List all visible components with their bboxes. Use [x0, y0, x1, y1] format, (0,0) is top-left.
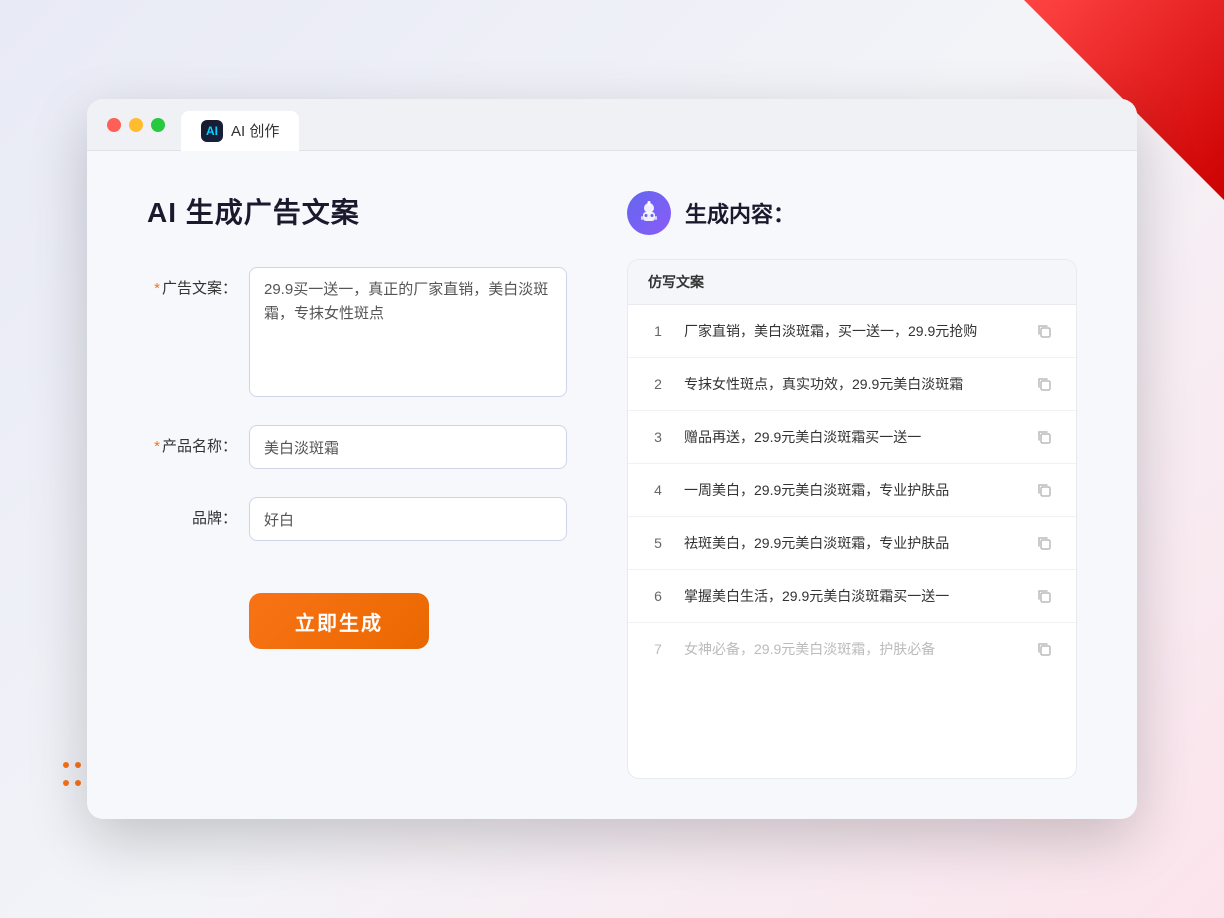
results-table: 仿写文案 1 厂家直销，美白淡斑霜，买一送一，29.9元抢购 2 专抹女性斑点，… — [627, 259, 1077, 779]
title-bar: AI AI 创作 — [87, 99, 1137, 151]
right-header: 生成内容： — [627, 191, 1077, 235]
row-text: 女神必备，29.9元美白淡斑霜，护肤必备 — [684, 639, 1016, 660]
product-name-label: *产品名称： — [147, 425, 237, 456]
row-number: 7 — [648, 641, 668, 657]
copy-icon[interactable] — [1032, 425, 1056, 449]
copy-icon[interactable] — [1032, 531, 1056, 555]
tab-ai-creation[interactable]: AI AI 创作 — [181, 111, 299, 151]
product-name-group: *产品名称： — [147, 425, 567, 469]
table-row: 6 掌握美白生活，29.9元美白淡斑霜买一送一 — [628, 570, 1076, 623]
ai-icon-text: AI — [206, 124, 218, 138]
browser-window: AI AI 创作 AI 生成广告文案 *广告文案： *产品名称： — [87, 99, 1137, 819]
robot-icon — [627, 191, 671, 235]
row-text: 专抹女性斑点，真实功效，29.9元美白淡斑霜 — [684, 374, 1016, 395]
product-name-input[interactable] — [249, 425, 567, 469]
row-text: 祛斑美白，29.9元美白淡斑霜，专业护肤品 — [684, 533, 1016, 554]
copy-icon[interactable] — [1032, 372, 1056, 396]
close-button[interactable] — [107, 118, 121, 132]
copy-icon[interactable] — [1032, 319, 1056, 343]
row-number: 2 — [648, 376, 668, 392]
tab-icon: AI — [201, 120, 223, 142]
ad-copy-input[interactable] — [249, 267, 567, 397]
ad-copy-group: *广告文案： — [147, 267, 567, 397]
traffic-lights — [107, 118, 165, 132]
row-number: 1 — [648, 323, 668, 339]
row-number: 3 — [648, 429, 668, 445]
copy-icon[interactable] — [1032, 584, 1056, 608]
brand-label: 品牌： — [147, 497, 237, 528]
table-row: 7 女神必备，29.9元美白淡斑霜，护肤必备 — [628, 623, 1076, 675]
right-title: 生成内容： — [685, 197, 795, 229]
row-number: 5 — [648, 535, 668, 551]
table-row: 4 一周美白，29.9元美白淡斑霜，专业护肤品 — [628, 464, 1076, 517]
row-number: 4 — [648, 482, 668, 498]
brand-input[interactable] — [249, 497, 567, 541]
right-panel: 生成内容： 仿写文案 1 厂家直销，美白淡斑霜，买一送一，29.9元抢购 2 专… — [627, 191, 1077, 779]
row-number: 6 — [648, 588, 668, 604]
table-row: 2 专抹女性斑点，真实功效，29.9元美白淡斑霜 — [628, 358, 1076, 411]
left-panel: AI 生成广告文案 *广告文案： *产品名称： 品牌： 立 — [147, 191, 567, 779]
row-text: 掌握美白生活，29.9元美白淡斑霜买一送一 — [684, 586, 1016, 607]
table-header: 仿写文案 — [628, 260, 1076, 305]
brand-group: 品牌： — [147, 497, 567, 541]
copy-icon[interactable] — [1032, 637, 1056, 661]
generate-button[interactable]: 立即生成 — [249, 593, 429, 649]
copy-icon[interactable] — [1032, 478, 1056, 502]
row-text: 一周美白，29.9元美白淡斑霜，专业护肤品 — [684, 480, 1016, 501]
row-text: 厂家直销，美白淡斑霜，买一送一，29.9元抢购 — [684, 321, 1016, 342]
main-content: AI 生成广告文案 *广告文案： *产品名称： 品牌： 立 — [87, 151, 1137, 819]
tab-label: AI 创作 — [231, 120, 279, 141]
ad-copy-label: *广告文案： — [147, 267, 237, 298]
minimize-button[interactable] — [129, 118, 143, 132]
ad-copy-required: * — [154, 280, 160, 297]
page-title: AI 生成广告文案 — [147, 191, 567, 231]
row-text: 赠品再送，29.9元美白淡斑霜买一送一 — [684, 427, 1016, 448]
table-row: 1 厂家直销，美白淡斑霜，买一送一，29.9元抢购 — [628, 305, 1076, 358]
maximize-button[interactable] — [151, 118, 165, 132]
product-required: * — [154, 438, 160, 455]
table-row: 3 赠品再送，29.9元美白淡斑霜买一送一 — [628, 411, 1076, 464]
table-row: 5 祛斑美白，29.9元美白淡斑霜，专业护肤品 — [628, 517, 1076, 570]
